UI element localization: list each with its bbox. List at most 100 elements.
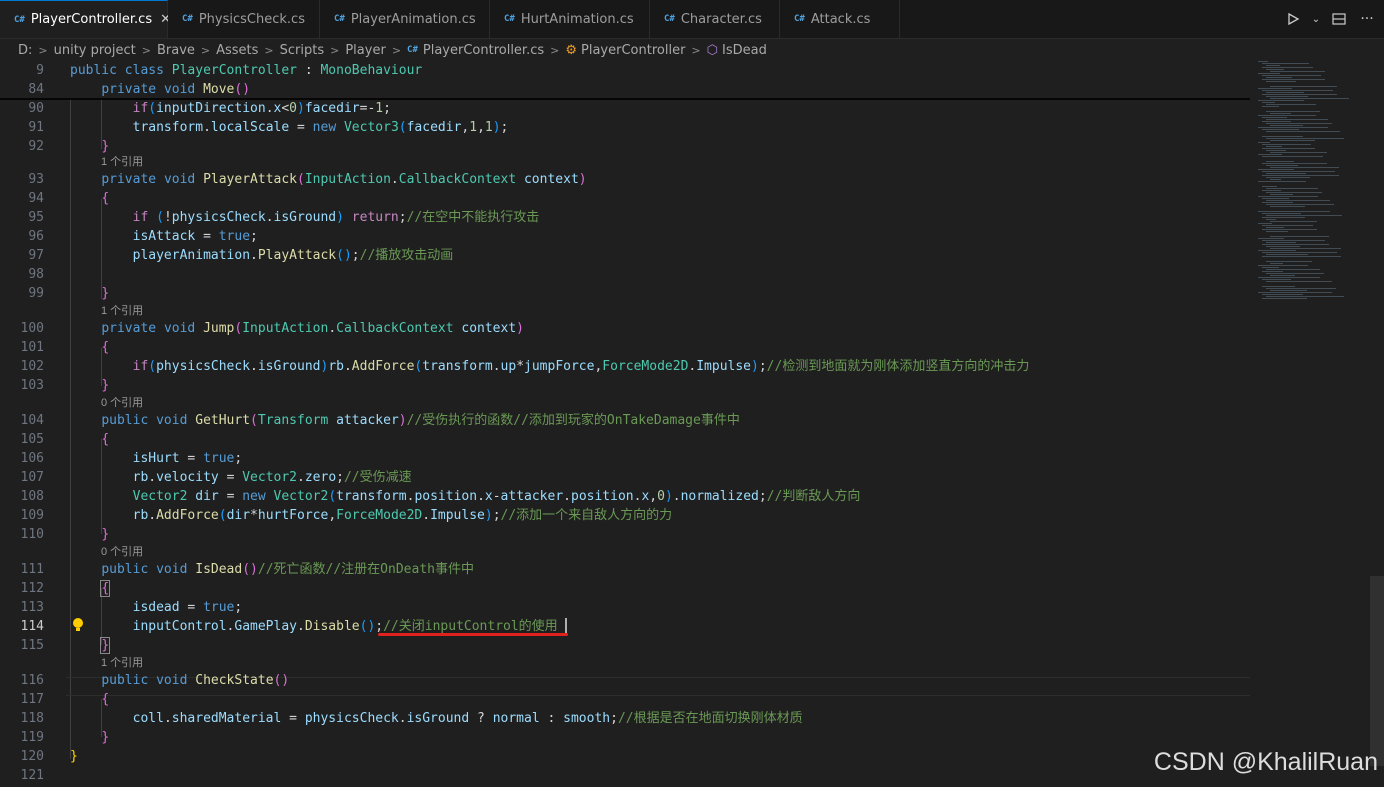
csharp-file-icon: C# xyxy=(182,14,193,24)
minimap-line xyxy=(1262,129,1299,130)
line-number: 90 xyxy=(28,101,44,116)
code-line: 110 } xyxy=(0,525,1260,544)
line-text: } xyxy=(101,286,110,301)
breadcrumb-folder[interactable]: Assets xyxy=(216,43,258,58)
minimap-line xyxy=(1270,98,1349,99)
breadcrumb-separator-icon: > xyxy=(264,43,274,57)
chevron-down-icon[interactable]: ⌄ xyxy=(1310,8,1322,30)
line-number: 93 xyxy=(28,172,44,187)
minimap-line xyxy=(1270,86,1337,87)
line-number: 118 xyxy=(20,711,44,726)
tab-attack[interactable]: C# Attack.cs xyxy=(780,0,900,38)
code-line: 97 playerAnimation.PlayAttack();//播放攻击动画 xyxy=(0,246,1260,265)
codelens-references[interactable]: 1 个引用 xyxy=(101,303,143,319)
line-text: isdead = true; xyxy=(132,600,243,615)
code-line: 106 isHurt = true; xyxy=(0,449,1260,468)
minimap-line xyxy=(1258,292,1332,293)
minimap-line xyxy=(1266,281,1332,282)
codelens-references[interactable]: 0 个引用 xyxy=(101,544,143,560)
line-text: } xyxy=(100,637,111,654)
codelens-references[interactable]: 1 个引用 xyxy=(101,655,143,671)
breadcrumb-folder[interactable]: Player xyxy=(345,43,385,58)
minimap-line xyxy=(1258,142,1270,143)
code-line: 100 private void Jump(InputAction.Callba… xyxy=(0,319,1260,338)
editor-tab-bar: C# PlayerController.cs ✕ C# PhysicsCheck.cs C… xyxy=(0,0,1384,39)
line-text: public void CheckState() xyxy=(101,673,290,688)
tab-hurtanimation[interactable]: C# HurtAnimation.cs xyxy=(490,0,650,38)
line-text: } xyxy=(70,749,78,764)
tab-label: PlayerAnimation.cs xyxy=(350,11,476,27)
tab-playercontroller[interactable]: C# PlayerController.cs ✕ xyxy=(0,0,171,38)
code-line: 121 xyxy=(0,766,1260,785)
line-number: 105 xyxy=(20,432,44,447)
minimap-line xyxy=(1266,111,1320,112)
breadcrumb-drive[interactable]: D: xyxy=(18,43,32,58)
code-line: 84 private void Move() xyxy=(0,80,1260,99)
breadcrumb-folder[interactable]: Scripts xyxy=(280,43,324,58)
codelens-references[interactable]: 1 个引用 xyxy=(101,154,143,170)
minimap-line xyxy=(1262,229,1317,230)
breadcrumb-file[interactable]: PlayerController.cs xyxy=(423,43,544,58)
minimap[interactable] xyxy=(1256,61,1376,787)
csharp-file-icon: C# xyxy=(664,14,675,24)
code-line: 93 private void PlayerAttack(InputAction… xyxy=(0,170,1260,189)
line-number: 113 xyxy=(20,600,44,615)
breadcrumb-folder[interactable]: unity project xyxy=(54,43,136,58)
codelens-references[interactable]: 0 个引用 xyxy=(101,395,143,411)
minimap-line xyxy=(1266,269,1320,270)
breadcrumb-class[interactable]: PlayerController xyxy=(581,43,685,58)
minimap-line xyxy=(1270,206,1305,207)
line-number: 94 xyxy=(28,191,44,206)
line-number: 108 xyxy=(20,489,44,504)
line-text: rb.velocity = Vector2.zero;//受伤减速 xyxy=(132,470,412,485)
line-text: public void GetHurt(Transform attacker)/… xyxy=(101,413,740,428)
line-number: 119 xyxy=(20,730,44,745)
minimap-line xyxy=(1266,273,1324,274)
lightbulb-icon[interactable] xyxy=(72,617,84,633)
minimap-line xyxy=(1266,69,1284,70)
minimap-line xyxy=(1266,165,1298,166)
breadcrumb-folder[interactable]: Brave xyxy=(157,43,195,58)
tab-character[interactable]: C# Character.cs xyxy=(650,0,780,38)
code-line: 119 } xyxy=(0,728,1260,747)
minimap-line xyxy=(1258,211,1330,212)
code-line: 115 } xyxy=(0,636,1260,655)
minimap-line xyxy=(1270,275,1295,276)
minimap-line xyxy=(1262,144,1311,145)
more-actions-icon[interactable]: ··· xyxy=(1356,8,1378,30)
minimap-line xyxy=(1262,267,1279,268)
minimap-line xyxy=(1262,217,1305,218)
line-text: private void Move() xyxy=(101,82,251,97)
breadcrumb-separator-icon: > xyxy=(38,43,48,57)
minimap-line xyxy=(1258,73,1280,74)
minimap-line xyxy=(1262,121,1291,122)
minimap-line xyxy=(1262,156,1323,157)
line-number: 92 xyxy=(28,139,44,154)
split-editor-icon[interactable] xyxy=(1328,8,1350,30)
breadcrumb-separator-icon: > xyxy=(200,43,211,57)
line-number: 101 xyxy=(20,340,44,355)
minimap-line xyxy=(1262,75,1321,76)
breadcrumb-method[interactable]: IsDead xyxy=(722,43,767,58)
minimap-line xyxy=(1266,138,1344,139)
minimap-line xyxy=(1262,298,1307,299)
code-line: 102 if(physicsCheck.isGround)rb.AddForce… xyxy=(0,357,1260,376)
minimap-line xyxy=(1266,150,1286,151)
minimap-line xyxy=(1258,265,1308,266)
line-text: rb.AddForce(dir*hurtForce,ForceMode2D.Im… xyxy=(132,508,673,523)
line-number: 116 xyxy=(20,673,44,688)
watermark: CSDN @KhalilRuan xyxy=(1153,748,1378,776)
line-number: 99 xyxy=(28,286,44,301)
run-icon[interactable] xyxy=(1282,8,1304,30)
code-line: 103 } xyxy=(0,376,1260,395)
tab-physicscheck[interactable]: C# PhysicsCheck.cs xyxy=(168,0,320,38)
line-number: 9 xyxy=(36,63,44,78)
tab-playeranimation[interactable]: C# PlayerAnimation.cs xyxy=(320,0,490,38)
minimap-line xyxy=(1266,219,1276,220)
code-line: 95 if (!physicsCheck.isGround) return;//… xyxy=(0,208,1260,227)
minimap-line xyxy=(1270,290,1307,291)
code-editor[interactable]: 9 public class PlayerController : MonoBeh… xyxy=(0,61,1260,787)
minimap-line xyxy=(1262,163,1327,164)
vertical-scrollbar[interactable] xyxy=(1370,576,1384,766)
line-number: 112 xyxy=(20,581,44,596)
